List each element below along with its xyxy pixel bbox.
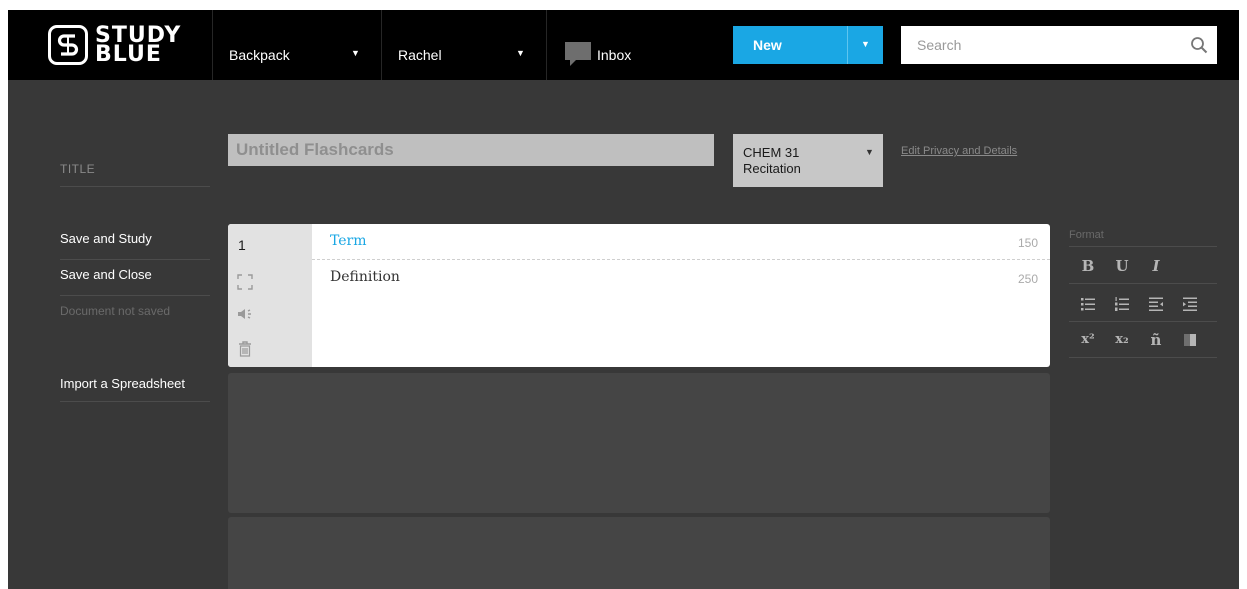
divider xyxy=(1069,283,1217,284)
chevron-down-icon[interactable]: ▼ xyxy=(861,39,870,49)
term-char-count: 150 xyxy=(1017,236,1038,250)
inbox-icon xyxy=(565,42,591,66)
bold-button[interactable]: B xyxy=(1076,255,1100,277)
chevron-down-icon: ▼ xyxy=(516,48,525,58)
search-box xyxy=(901,26,1217,64)
divider xyxy=(1069,321,1217,322)
inbox-link[interactable]: Inbox xyxy=(546,10,726,80)
top-bar: STUDY BLUE Backpack ▼ Rachel ▼ Inbox New… xyxy=(8,10,1239,80)
expand-icon[interactable] xyxy=(237,274,253,290)
indent-button[interactable] xyxy=(1178,293,1202,315)
outdent-icon xyxy=(1149,297,1163,311)
outdent-button[interactable] xyxy=(1144,293,1168,315)
logo-wordmark: STUDY BLUE xyxy=(95,25,181,66)
numbered-list-icon xyxy=(1115,297,1129,311)
flashcard-editor: 1 Term 150 Definition 250 xyxy=(228,224,1050,367)
definition-char-count: 250 xyxy=(1017,272,1038,286)
italic-button[interactable]: I xyxy=(1144,255,1168,277)
audio-icon[interactable] xyxy=(237,306,253,322)
search-input[interactable] xyxy=(901,26,1181,64)
backpack-menu[interactable]: Backpack ▼ xyxy=(212,10,381,80)
divider xyxy=(60,295,210,296)
superscript-button[interactable]: x² xyxy=(1076,329,1100,351)
highlight-icon xyxy=(1184,334,1196,346)
subscript-button[interactable]: x₂ xyxy=(1110,329,1134,351)
title-input[interactable] xyxy=(228,134,714,166)
bullet-list-icon xyxy=(1081,298,1095,311)
user-name-label: Rachel xyxy=(398,47,442,63)
divider xyxy=(1069,357,1217,358)
save-status-text: Document not saved xyxy=(60,304,171,318)
empty-card-slot[interactable] xyxy=(228,517,1050,589)
user-menu[interactable]: Rachel ▼ xyxy=(381,10,546,80)
card-number: 1 xyxy=(238,237,246,253)
indent-icon xyxy=(1183,297,1197,311)
edit-privacy-link[interactable]: Edit Privacy and Details xyxy=(901,145,1017,157)
divider xyxy=(60,401,210,402)
title-label: TITLE xyxy=(60,162,96,176)
card-divider xyxy=(312,259,1050,260)
app-window: STUDY BLUE Backpack ▼ Rachel ▼ Inbox New… xyxy=(8,10,1239,589)
divider xyxy=(1069,246,1217,247)
new-button[interactable]: New ▼ xyxy=(733,26,883,64)
bullet-list-button[interactable] xyxy=(1076,293,1100,315)
term-field[interactable]: Term xyxy=(330,233,367,249)
card-gutter: 1 xyxy=(228,224,312,367)
empty-card-slot[interactable] xyxy=(228,373,1050,513)
divider xyxy=(60,259,210,260)
class-select-value: CHEM 31 Recitation xyxy=(743,145,801,176)
definition-field[interactable]: Definition xyxy=(330,269,400,285)
new-button-label: New xyxy=(753,37,782,53)
import-spreadsheet-button[interactable]: Import a Spreadsheet xyxy=(60,376,210,391)
special-character-button[interactable]: ñ xyxy=(1144,329,1168,351)
backpack-label: Backpack xyxy=(229,47,290,63)
divider xyxy=(60,186,210,187)
save-and-study-button[interactable]: Save and Study xyxy=(60,231,210,246)
trash-icon[interactable] xyxy=(237,341,253,357)
logo-mark-icon xyxy=(48,25,88,65)
search-icon[interactable] xyxy=(1190,36,1208,54)
highlight-button[interactable] xyxy=(1178,329,1202,351)
chevron-down-icon: ▼ xyxy=(351,48,360,58)
studyblue-logo[interactable]: STUDY BLUE xyxy=(48,20,181,70)
chevron-down-icon: ▼ xyxy=(865,147,874,157)
format-label: Format xyxy=(1069,229,1104,241)
underline-button[interactable]: U xyxy=(1110,255,1134,277)
save-and-close-button[interactable]: Save and Close xyxy=(60,267,210,282)
new-button-divider xyxy=(847,26,848,64)
inbox-label: Inbox xyxy=(597,47,632,63)
numbered-list-button[interactable] xyxy=(1110,293,1134,315)
class-select[interactable]: CHEM 31 Recitation ▼ xyxy=(733,134,883,187)
